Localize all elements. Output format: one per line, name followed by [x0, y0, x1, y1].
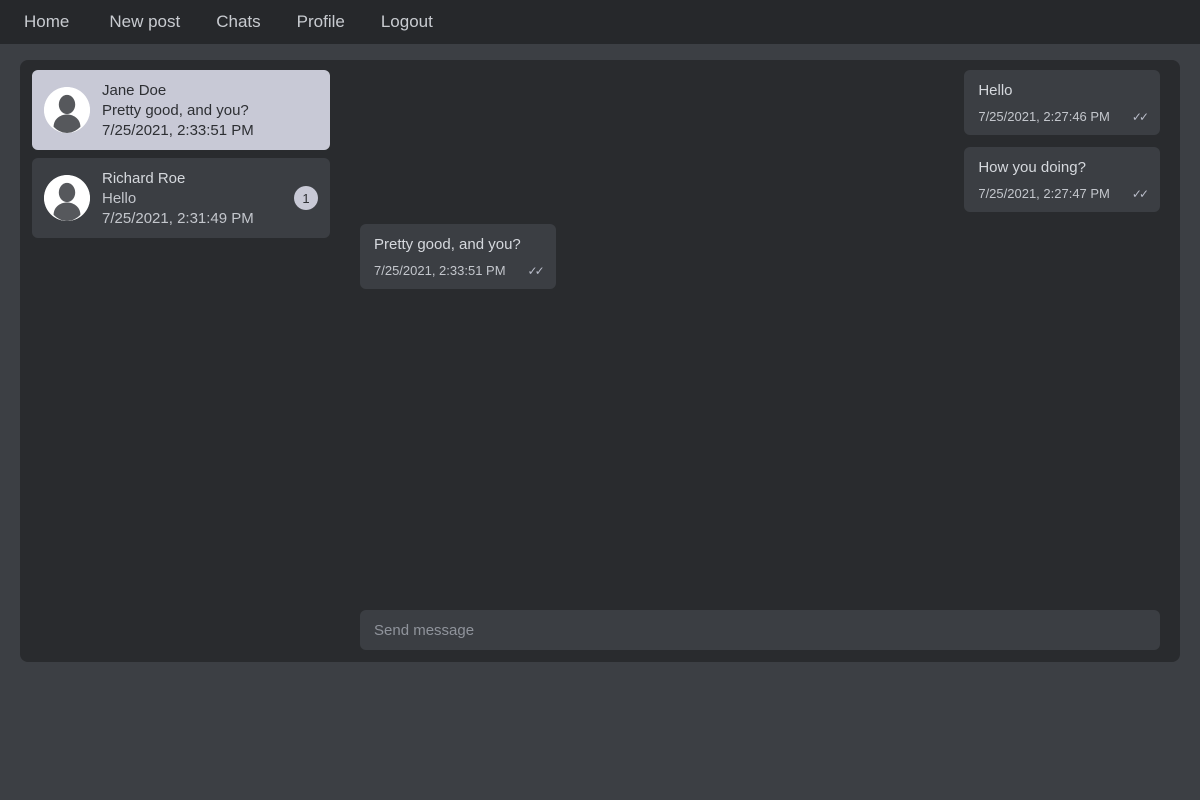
nav-link-profile[interactable]: Profile [279, 0, 363, 44]
avatar [44, 87, 90, 133]
composer [360, 598, 1170, 650]
avatar-silhouette-icon [44, 87, 90, 133]
send-message-input[interactable] [360, 610, 1160, 650]
message-text: How you doing? [978, 159, 1086, 176]
chat-item-meta: Jane Doe Pretty good, and you? 7/25/2021, … [102, 81, 318, 140]
message-timestamp: 7/25/2021, 2:27:46 PM [978, 109, 1110, 124]
message-timestamp: 7/25/2021, 2:33:51 PM [374, 263, 506, 278]
chat-last-message: Hello [102, 189, 137, 207]
message-row: How you doing? 7/25/2021, 2:27:47 PM ✓✓ [360, 147, 1160, 212]
nav-link-logout[interactable]: Logout [363, 0, 451, 44]
nav-link-chats[interactable]: Chats [198, 0, 278, 44]
message-row: Hello 7/25/2021, 2:27:46 PM ✓✓ [360, 70, 1160, 135]
message-row: Pretty good, and you? 7/25/2021, 2:33:51 … [360, 224, 1160, 289]
chat-timestamp: 7/25/2021, 2:31:49 PM [102, 209, 254, 227]
chat-contact-name: Richard Roe [102, 169, 186, 187]
message-footer: 7/25/2021, 2:33:51 PM ✓✓ [374, 263, 545, 279]
top-navbar: Home New post Chats Profile Logout [0, 0, 1200, 44]
chat-list-item[interactable]: Jane Doe Pretty good, and you? 7/25/2021, … [32, 70, 330, 150]
chat-card: Jane Doe Pretty good, and you? 7/25/2021, … [20, 60, 1180, 662]
message-footer: 7/25/2021, 2:27:46 PM ✓✓ [978, 109, 1149, 125]
message-text: Pretty good, and you? [374, 236, 521, 253]
avatar-silhouette-icon [44, 175, 90, 221]
nav-link-home[interactable]: Home [24, 0, 91, 44]
chat-contact-name: Jane Doe [102, 81, 167, 99]
double-check-icon: ✓✓ [527, 264, 545, 278]
message-timestamp: 7/25/2021, 2:27:47 PM [978, 186, 1110, 201]
message-list[interactable]: Hello 7/25/2021, 2:27:46 PM ✓✓ How you doin… [360, 70, 1170, 598]
unread-count-badge: 1 [294, 186, 318, 210]
message-footer: 7/25/2021, 2:27:47 PM ✓✓ [978, 186, 1149, 202]
chat-timestamp: 7/25/2021, 2:33:51 PM [102, 121, 254, 139]
conversation-panel: Hello 7/25/2021, 2:27:46 PM ✓✓ How you doin… [340, 60, 1180, 662]
double-check-icon: ✓✓ [1131, 187, 1149, 201]
avatar [44, 175, 90, 221]
nav-link-new-post[interactable]: New post [91, 0, 198, 44]
chat-item-meta: Richard Roe Hello 7/25/2021, 2:31:49 PM [102, 169, 282, 228]
chat-list-sidebar[interactable]: Jane Doe Pretty good, and you? 7/25/2021, … [20, 60, 340, 662]
chat-list-item[interactable]: Richard Roe Hello 7/25/2021, 2:31:49 PM 1 [32, 158, 330, 238]
message-text: Hello [978, 82, 1013, 99]
double-check-icon: ✓✓ [1131, 110, 1149, 124]
message-bubble[interactable]: How you doing? 7/25/2021, 2:27:47 PM ✓✓ [964, 147, 1160, 212]
message-bubble[interactable]: Pretty good, and you? 7/25/2021, 2:33:51 … [360, 224, 556, 289]
message-bubble[interactable]: Hello 7/25/2021, 2:27:46 PM ✓✓ [964, 70, 1160, 135]
chat-last-message: Pretty good, and you? [102, 101, 249, 119]
